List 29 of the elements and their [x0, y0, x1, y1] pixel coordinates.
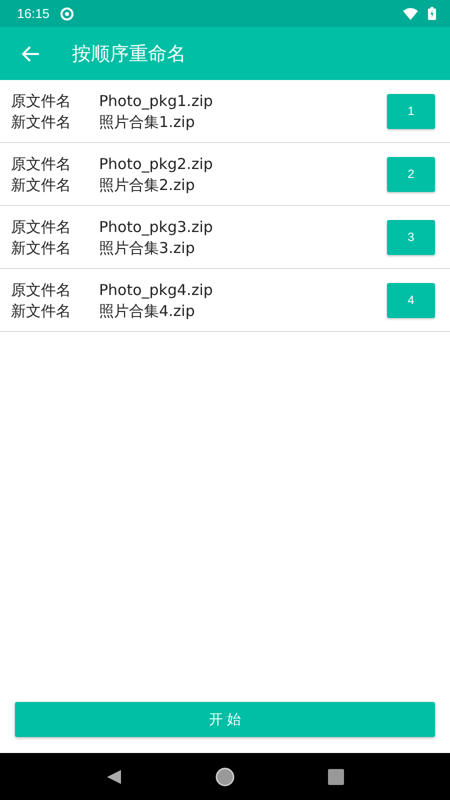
battery-icon — [428, 7, 436, 20]
new-file-name: 照片合集1.zip — [99, 112, 196, 132]
old-name-label: 原文件名 — [11, 280, 72, 300]
old-file-name: Photo_pkg4.zip — [99, 280, 214, 300]
order-button[interactable]: 3 — [387, 220, 435, 254]
old-file-name: Photo_pkg3.zip — [99, 216, 214, 236]
start-button[interactable]: 开 始 — [15, 702, 435, 737]
order-button[interactable]: 2 — [387, 156, 435, 192]
recents-nav-icon[interactable] — [328, 768, 344, 784]
order-button[interactable]: 1 — [387, 94, 435, 128]
page-title: 按顺序重命名 — [72, 42, 186, 66]
sync-icon — [60, 6, 74, 20]
old-name-label: 原文件名 — [11, 154, 72, 174]
new-file-name: 照片合集2.zip — [99, 174, 196, 194]
new-name-label: 新文件名 — [11, 112, 72, 132]
home-nav-icon[interactable] — [214, 766, 235, 786]
new-name-label: 新文件名 — [11, 174, 72, 194]
new-file-name: 照片合集3.zip — [99, 238, 196, 258]
old-file-name: Photo_pkg1.zip — [99, 90, 214, 110]
wifi-icon — [403, 8, 418, 20]
old-file-name: Photo_pkg2.zip — [99, 154, 214, 174]
new-name-label: 新文件名 — [11, 300, 72, 320]
status-time: 16:15 — [17, 6, 50, 21]
new-name-label: 新文件名 — [11, 238, 72, 258]
old-name-label: 原文件名 — [11, 216, 72, 236]
new-file-name: 照片合集4.zip — [99, 300, 196, 320]
old-name-label: 原文件名 — [11, 90, 72, 110]
order-button[interactable]: 4 — [387, 282, 435, 318]
back-nav-icon[interactable] — [106, 768, 122, 784]
